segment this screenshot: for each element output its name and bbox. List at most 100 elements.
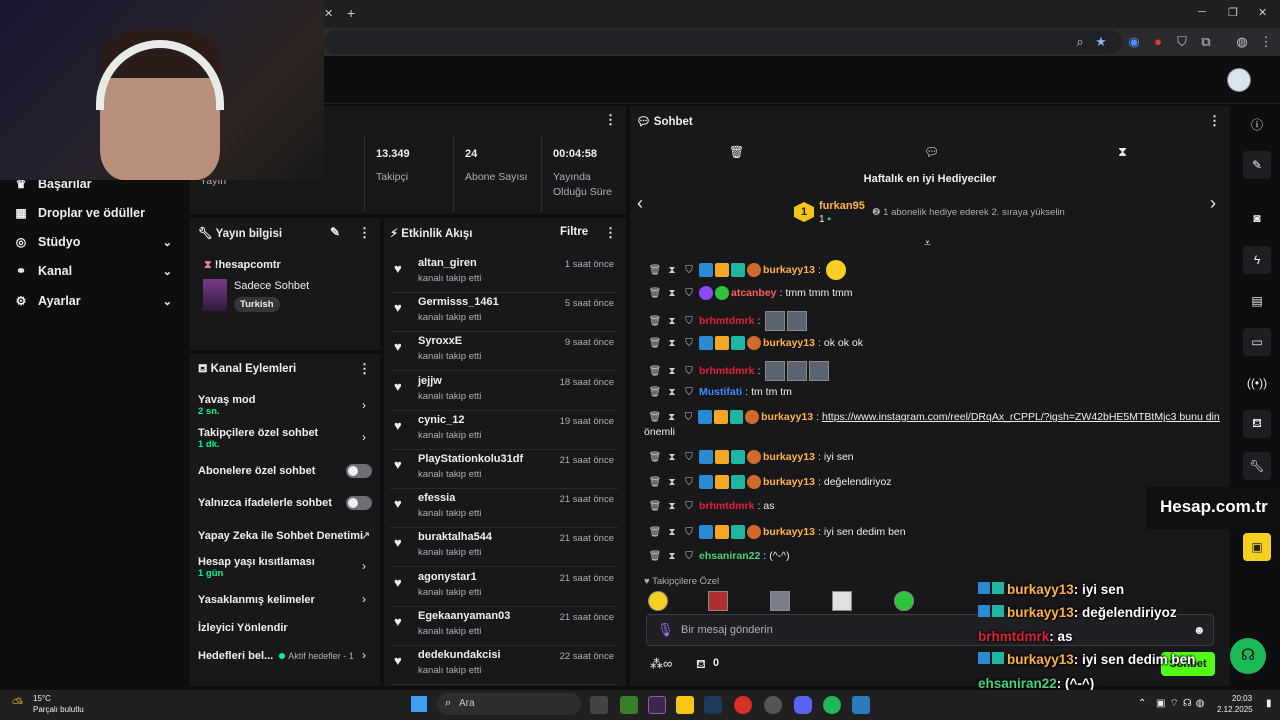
chevron-left-icon[interactable]: ‹ xyxy=(637,193,643,214)
chat-icon[interactable]: ▭ xyxy=(1243,328,1271,356)
activity-event-row[interactable]: ♥ agonystar1 kanalı takip etti 21 saat önce xyxy=(390,569,618,607)
delete-icon[interactable]: 🗑︎ xyxy=(648,366,662,377)
chat-username[interactable]: ehsaniran22 xyxy=(699,550,760,562)
event-username[interactable]: dedekundakcisi xyxy=(418,649,501,661)
sidebar-item-studio[interactable]: ◎ Stüdyo ⌄ xyxy=(12,230,180,254)
emote-2[interactable] xyxy=(708,591,728,611)
store-icon[interactable]: ⛾ xyxy=(1243,410,1271,438)
event-username[interactable]: jejjw xyxy=(418,375,442,387)
delete-icon[interactable]: 🗑︎ xyxy=(648,477,662,488)
delete-icon[interactable]: 🗑︎ xyxy=(648,501,662,512)
close-tab-icon[interactable]: ✕ xyxy=(324,7,333,20)
emote-4[interactable] xyxy=(832,591,852,611)
age-restriction-row[interactable]: Hesap yaşı kısıtlaması 1 gün xyxy=(198,556,370,579)
hourglass-icon[interactable]: ⧗ xyxy=(1118,144,1127,160)
new-tab-icon[interactable]: + xyxy=(347,5,355,21)
top-gifter-name[interactable]: furkan95 xyxy=(819,200,865,212)
edit-icon[interactable]: ✎ xyxy=(1243,151,1271,179)
ban-shield-icon[interactable]: ⛉ xyxy=(682,551,696,562)
extensions-puzzle-icon[interactable]: ⧉ xyxy=(1198,34,1214,50)
event-username[interactable]: Germisss_1461 xyxy=(418,296,499,308)
extension-youtube-icon[interactable]: ● xyxy=(1150,34,1166,50)
event-username[interactable]: efessia xyxy=(418,492,455,504)
wrench-icon[interactable]: 🔧︎ xyxy=(1243,452,1271,480)
chat-tab-icon[interactable]: 💬︎ xyxy=(924,145,939,159)
activity-event-row[interactable]: ♥ altan_giren kanalı takip etti 1 saat önce xyxy=(390,255,618,293)
delete-icon[interactable]: 🗑︎ xyxy=(648,527,662,538)
activity-event-row[interactable]: ♥ Egekaanyaman03 kanalı takip etti 21 saat … xyxy=(390,608,618,646)
app-icon[interactable] xyxy=(648,696,666,714)
task-view-icon[interactable] xyxy=(590,696,608,714)
sidebar-item-drops[interactable]: ▦ Droplar ve ödüller xyxy=(12,201,180,225)
store-icon[interactable]: ⛾ xyxy=(696,657,706,673)
event-username[interactable]: altan_giren xyxy=(418,257,477,269)
delete-icon[interactable]: 🗑︎ xyxy=(648,551,662,562)
ban-shield-icon[interactable]: ⛉ xyxy=(682,527,696,538)
minecraft-icon[interactable] xyxy=(620,696,638,714)
timeout-icon[interactable]: ⧗ xyxy=(665,316,679,327)
category-name[interactable]: Sadece Sohbet xyxy=(234,280,309,292)
timeout-icon[interactable]: ⧗ xyxy=(665,551,679,562)
steam-icon[interactable] xyxy=(704,696,722,714)
activity-event-row[interactable]: ♥ dedekundakcisi kanalı takip etti 22 saat … xyxy=(390,647,618,685)
extension-audio-icon[interactable]: ◉ xyxy=(1126,34,1142,50)
event-username[interactable]: Egekaanyaman03 xyxy=(418,610,510,622)
timeout-icon[interactable]: ⧗ xyxy=(665,477,679,488)
zoom-icon[interactable]: ⌕ xyxy=(1072,34,1088,50)
profile-icon[interactable]: ◍ xyxy=(1234,34,1250,50)
ban-shield-icon[interactable]: ⛉ xyxy=(682,387,696,398)
spotify-icon[interactable] xyxy=(823,696,841,714)
ban-shield-icon[interactable]: ⛉ xyxy=(682,501,696,512)
minimize-icon[interactable]: ─ xyxy=(1198,6,1206,18)
emote-5[interactable] xyxy=(894,591,914,611)
delete-icon[interactable]: 🗑︎ xyxy=(648,338,662,349)
ban-shield-icon[interactable]: ⛉ xyxy=(682,366,696,377)
banned-words-row[interactable]: Yasaklanmış kelimeler xyxy=(198,594,370,606)
delete-icon[interactable]: 🗑︎ xyxy=(648,452,662,463)
chrome-icon[interactable] xyxy=(734,696,752,714)
delete-icon[interactable]: 🗑︎ xyxy=(648,288,662,299)
timeout-icon[interactable]: ⧗ xyxy=(665,288,679,299)
chat-username[interactable]: Mustifati xyxy=(699,386,742,398)
taskbar-search[interactable]: ⌕ Ara xyxy=(437,693,581,715)
emote-chat-toggle[interactable] xyxy=(346,496,372,510)
tray-chevron-icon[interactable]: ⌃ xyxy=(1138,698,1146,709)
channel-actions-menu-icon[interactable]: ⋮ xyxy=(358,361,371,377)
sidebar-item-settings[interactable]: ⚙ Ayarlar ⌄ xyxy=(12,289,180,313)
emote-3[interactable] xyxy=(770,591,790,611)
sidebar-item-channel[interactable]: ⚭ Kanal ⌄ xyxy=(12,259,180,283)
viewer-redirect-row[interactable]: İzleyici Yönlendir xyxy=(198,622,370,634)
ban-shield-icon[interactable]: ⛉ xyxy=(682,316,696,327)
address-bar[interactable] xyxy=(324,30,1122,54)
timeout-icon[interactable]: ⧗ xyxy=(665,412,679,423)
goals-row[interactable]: Hedefleri bel... Aktif hedefler - 1 xyxy=(198,650,370,662)
notification-icon[interactable]: ▮ xyxy=(1266,698,1272,709)
bolt-icon[interactable]: ϟ xyxy=(1243,246,1271,274)
emote-1[interactable] xyxy=(648,591,668,611)
delete-icon[interactable]: 🗑︎ xyxy=(648,387,662,398)
restore-icon[interactable]: ❐ xyxy=(1228,6,1238,19)
chat-username[interactable]: burkayy13 xyxy=(763,476,815,488)
ban-shield-icon[interactable]: ⛉ xyxy=(682,288,696,299)
clapper-icon[interactable]: ▣ xyxy=(1243,533,1271,561)
timeout-icon[interactable]: ⧗ xyxy=(665,387,679,398)
delete-icon[interactable]: 🗑︎ xyxy=(648,265,662,276)
app-icon[interactable] xyxy=(852,696,870,714)
timeout-icon[interactable]: ⧗ xyxy=(665,265,679,276)
tag-badge[interactable]: Turkish xyxy=(234,297,280,312)
chat-username[interactable]: burkayy13 xyxy=(761,411,813,423)
ban-shield-icon[interactable]: ⛉ xyxy=(681,412,695,423)
activity-event-row[interactable]: ♥ SyroxxE kanalı takip etti 9 saat önce xyxy=(390,333,618,372)
chat-username[interactable]: brhmtdmrk xyxy=(699,365,754,377)
camera-icon[interactable]: ◙ xyxy=(1243,204,1271,232)
event-username[interactable]: cynic_12 xyxy=(418,414,464,426)
start-button[interactable] xyxy=(411,696,427,712)
timeout-icon[interactable]: ⧗ xyxy=(665,452,679,463)
stats-menu-icon[interactable]: ⋮ xyxy=(604,112,617,128)
trash-icon[interactable]: 🗑︎ xyxy=(729,145,744,159)
event-username[interactable]: SyroxxE xyxy=(418,335,462,347)
extension-shield-icon[interactable]: ⛉ xyxy=(1174,34,1190,50)
community-icon[interactable]: ⁂∞ xyxy=(650,656,672,672)
chat-username[interactable]: burkayy13 xyxy=(763,451,815,463)
bookmark-star-icon[interactable]: ★ xyxy=(1093,34,1109,50)
